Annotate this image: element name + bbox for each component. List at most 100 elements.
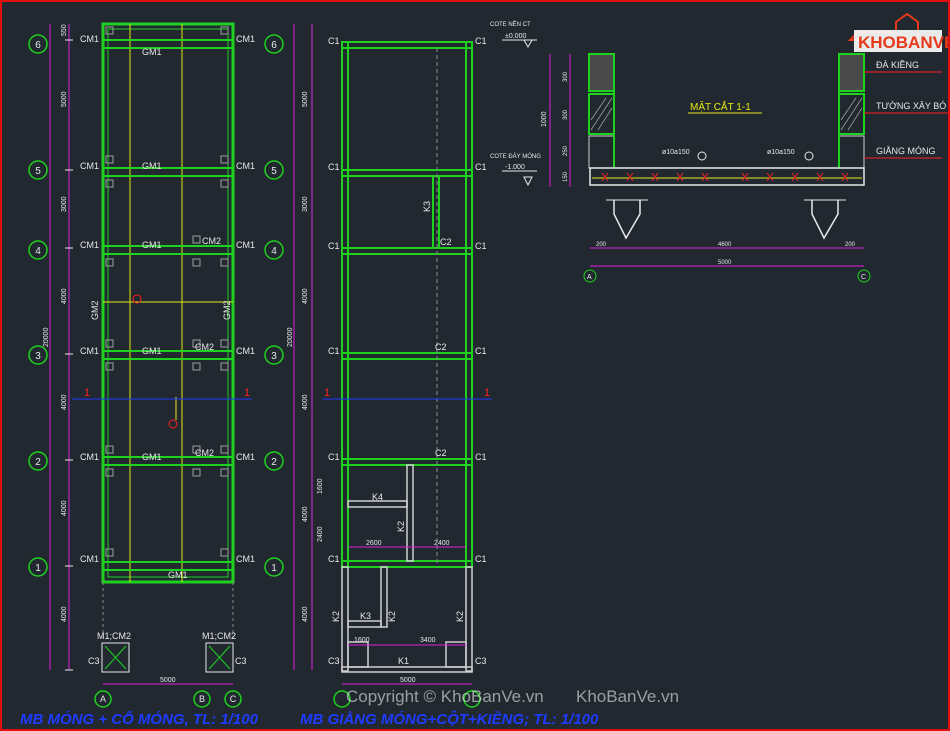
cm1-label: CM1 <box>236 554 255 564</box>
cote-nen-label: COTE NỀN CT <box>490 21 531 28</box>
cm1-label: CM1 <box>236 34 255 44</box>
cm1-label: CM1 <box>80 346 99 356</box>
axis-label: 2 <box>35 457 41 468</box>
axis-label: 5 <box>271 166 277 177</box>
section-title: MẶT CẮT 1-1 <box>690 100 751 113</box>
height-total: 1000 <box>541 111 548 127</box>
cut-marker: 1 <box>324 387 330 399</box>
cut-marker: 1 <box>84 387 90 399</box>
c1-label: C1 <box>475 554 487 564</box>
dim-2400: 2400 <box>317 526 324 542</box>
cm1-label: CM1 <box>236 452 255 462</box>
dim-2400b: 2400 <box>434 540 450 547</box>
rebar-label: ø10a150 <box>662 149 690 156</box>
row-dim: 5000 <box>302 91 309 107</box>
axis-label: 5 <box>35 166 41 177</box>
k2-label: K2 <box>455 611 465 622</box>
plan1-title: MB MÓNG + CỔ MÓNG, TL: 1/100 <box>20 710 259 728</box>
gm2-label: GM2 <box>222 300 232 320</box>
bottom-dim: 5000 <box>160 677 176 684</box>
gm1-label: GM1 <box>142 240 162 250</box>
row-dim: 4000 <box>61 500 68 516</box>
rebar-label: ø10a150 <box>767 149 795 156</box>
cm1-label: CM1 <box>236 161 255 171</box>
width-dim: 200 <box>596 242 607 248</box>
total-dim: 20000 <box>287 327 294 347</box>
c1-label: C1 <box>475 452 487 462</box>
plan-foundation: 5000 3000 4000 4000 4000 4000 550 20000 … <box>20 22 284 728</box>
plan2-title: MB GIẰNG MÓNG+CỘT+KIỀNG; TL: 1/100 <box>300 710 599 728</box>
k2-label: K2 <box>396 521 406 532</box>
k2-label: K2 <box>331 611 341 622</box>
c3-label: C3 <box>88 656 100 666</box>
k2-label: K2 <box>387 611 397 622</box>
k1-label: K1 <box>398 656 409 666</box>
cm1-label: CM1 <box>80 452 99 462</box>
axis-col-label: C <box>230 694 237 704</box>
c1-label: C1 <box>475 36 487 46</box>
axis-label: 3 <box>271 351 277 362</box>
dim-2600: 2600 <box>366 540 382 547</box>
axis-label: 4 <box>271 246 277 257</box>
cm2-label: CM2 <box>202 236 221 246</box>
cad-drawing-frame: 5000 3000 4000 4000 4000 4000 550 20000 … <box>0 0 950 731</box>
row-dim: 4000 <box>302 506 309 522</box>
cm2-label: CM2 <box>195 342 214 352</box>
gm1-label: GM1 <box>168 570 188 580</box>
k3-label: K3 <box>422 201 432 212</box>
bottom-dim: 5000 <box>400 677 416 684</box>
c3-label: C3 <box>475 656 487 666</box>
row-dim: 4000 <box>302 288 309 304</box>
axis-label: 1 <box>35 563 41 574</box>
label-tuong: TƯỜNG XÂY BÓ <box>876 101 946 111</box>
axis-col-label: A <box>100 694 106 704</box>
c1-label: C1 <box>475 162 487 172</box>
c1-label: C1 <box>328 162 340 172</box>
axis-label: 1 <box>271 563 277 574</box>
row-dim: 4000 <box>61 394 68 410</box>
cm1-label: CM1 <box>236 346 255 356</box>
height-dim: 250 <box>563 145 569 156</box>
c2-label: C2 <box>435 342 447 352</box>
row-dim: 5000 <box>61 91 68 107</box>
gm1-label: GM1 <box>142 47 162 57</box>
top-dim: 550 <box>61 24 68 36</box>
section-1-1: COTE NỀN CT ±0.000 COTE ĐÁY MÓNG -1.000 … <box>490 21 948 283</box>
c1-label: C1 <box>328 36 340 46</box>
c1-label: C1 <box>475 241 487 251</box>
row-dim: 4000 <box>61 288 68 304</box>
axis-label: 4 <box>35 246 41 257</box>
axis-label: 3 <box>35 351 41 362</box>
cut-marker: 1 <box>484 387 490 399</box>
row-dim: 4000 <box>61 606 68 622</box>
axis-label: 6 <box>271 40 277 51</box>
gm2-label: GM2 <box>90 300 100 320</box>
label-da-kieng: ĐÀ KIỀNG <box>876 60 919 70</box>
row-dim: 4000 <box>302 606 309 622</box>
c1-label: C1 <box>328 452 340 462</box>
c1-label: C1 <box>475 346 487 356</box>
axis-label: 6 <box>35 40 41 51</box>
dim-3400: 3400 <box>420 637 436 644</box>
height-dim: 300 <box>563 109 569 120</box>
watermark-2: KhoBanVe.vn <box>576 687 679 706</box>
cut-marker: 1 <box>244 387 250 399</box>
axis-a: A <box>587 274 592 281</box>
k4-label: K4 <box>372 492 383 502</box>
height-dim: 150 <box>563 171 569 182</box>
watermark: Copyright © KhoBanVe.vn <box>346 687 544 706</box>
axis-label: 2 <box>271 457 277 468</box>
cm1-label: CM1 <box>80 34 99 44</box>
cote-day-label: COTE ĐÁY MÓNG <box>490 153 541 160</box>
gm1-label: GM1 <box>142 161 162 171</box>
dim-1600: 1600 <box>317 478 324 494</box>
c2-label: C2 <box>440 237 452 247</box>
cad-canvas: 5000 3000 4000 4000 4000 4000 550 20000 … <box>20 12 948 728</box>
cote-day-value: -1.000 <box>505 164 525 171</box>
cm1-label: CM1 <box>80 161 99 171</box>
height-dim: 300 <box>563 71 569 82</box>
m1cm2-label: M1;CM2 <box>202 631 236 641</box>
row-dim: 3000 <box>61 196 68 212</box>
cote-nen-value: ±0.000 <box>505 33 526 40</box>
axis-col-label: B <box>199 694 205 704</box>
